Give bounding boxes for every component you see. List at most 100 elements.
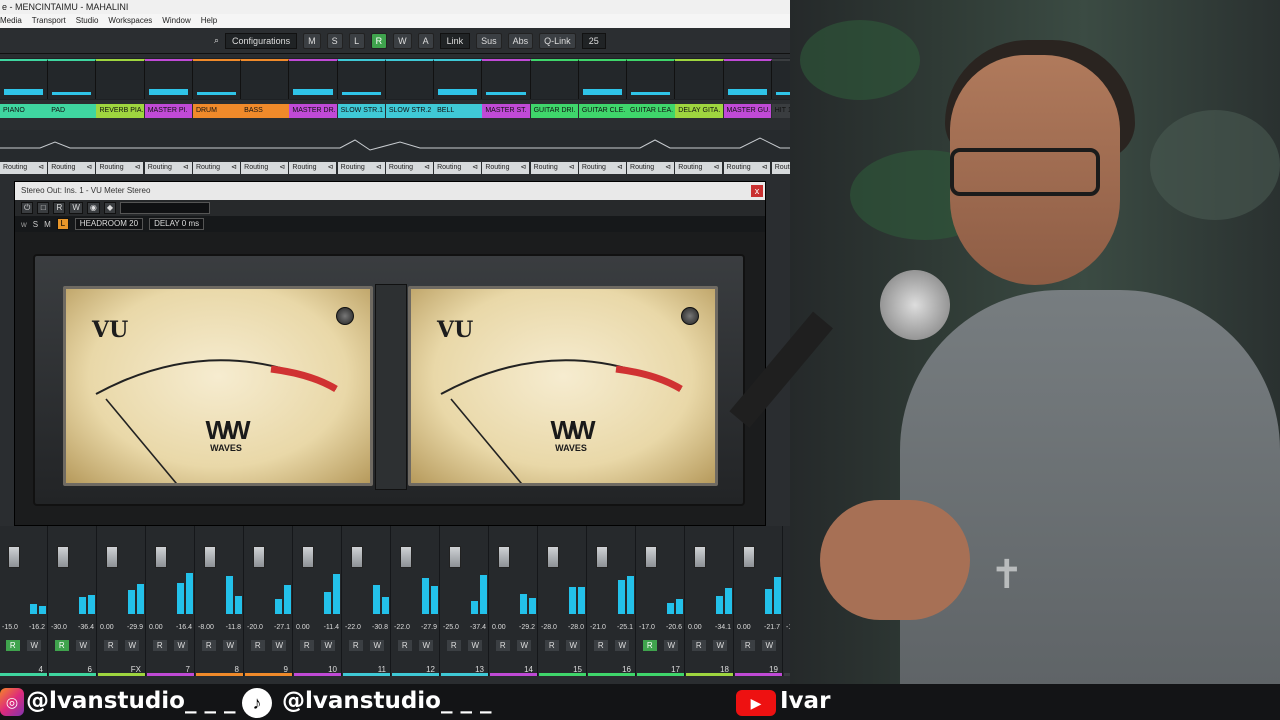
track-name[interactable]: SLOW STR.2 bbox=[385, 104, 434, 118]
link-select[interactable]: Link bbox=[439, 32, 471, 49]
read-button[interactable]: R bbox=[593, 640, 608, 651]
write-button[interactable]: W bbox=[664, 640, 679, 651]
menu-help[interactable]: Help bbox=[201, 14, 217, 28]
overview-cell[interactable] bbox=[48, 59, 97, 99]
read-button[interactable]: R bbox=[152, 640, 167, 651]
read-button[interactable]: R bbox=[250, 640, 265, 651]
write-button[interactable]: W bbox=[468, 640, 483, 651]
write-button[interactable]: W bbox=[713, 640, 728, 651]
read-button[interactable]: R bbox=[5, 640, 20, 651]
read-button[interactable]: R bbox=[54, 640, 69, 651]
track-name[interactable]: BELL bbox=[434, 104, 482, 118]
track-name[interactable]: MASTER GU. bbox=[723, 104, 772, 118]
channel-fader[interactable] bbox=[155, 546, 167, 568]
routing-button[interactable]: Routing bbox=[96, 162, 144, 174]
close-button[interactable]: x bbox=[751, 185, 763, 197]
menu-transport[interactable]: Transport bbox=[32, 14, 66, 28]
routing-button[interactable]: Routing bbox=[48, 162, 96, 174]
overview-cell[interactable] bbox=[192, 59, 242, 99]
track-name[interactable]: GUITAR LEA. bbox=[627, 104, 675, 118]
m-button[interactable]: M bbox=[44, 220, 51, 229]
channel-count[interactable]: 25 bbox=[581, 32, 606, 49]
track-name[interactable]: MASTER PI. bbox=[144, 104, 193, 118]
channel-fader[interactable] bbox=[400, 546, 412, 568]
routing-button[interactable]: Routing bbox=[675, 162, 723, 174]
listen-button[interactable]: L bbox=[348, 32, 365, 49]
track-name[interactable]: PAD bbox=[48, 104, 96, 118]
channel-fader[interactable] bbox=[57, 546, 69, 568]
routing-button[interactable]: Routing bbox=[337, 162, 385, 174]
routing-button[interactable]: Routing bbox=[289, 162, 337, 174]
read-automation-button[interactable]: R bbox=[53, 202, 66, 214]
menu-window[interactable]: Window bbox=[162, 14, 190, 28]
channel-fader[interactable] bbox=[743, 546, 755, 568]
write-button[interactable]: W bbox=[321, 640, 336, 651]
write-button[interactable]: W bbox=[762, 640, 777, 651]
track-name[interactable]: MASTER DR. bbox=[289, 104, 338, 118]
l-button[interactable]: L bbox=[56, 218, 69, 230]
qlink-button[interactable]: Q-Link bbox=[539, 32, 576, 49]
routing-button[interactable]: Routing bbox=[192, 162, 240, 174]
overview-cell[interactable] bbox=[289, 59, 338, 99]
abs-button[interactable]: Abs bbox=[507, 32, 534, 49]
track-name[interactable]: BASS bbox=[241, 104, 289, 118]
routing-button[interactable]: Routing bbox=[385, 162, 433, 174]
overview-cell[interactable] bbox=[482, 59, 531, 99]
solo-button[interactable]: S bbox=[326, 32, 343, 49]
mute-button[interactable]: M bbox=[303, 32, 321, 49]
overview-cell[interactable] bbox=[675, 59, 724, 99]
write-button[interactable]: W bbox=[174, 640, 189, 651]
channel-fader[interactable] bbox=[645, 546, 657, 568]
headroom-field[interactable]: HEADROOM 20 bbox=[74, 218, 144, 230]
write-button[interactable]: W bbox=[566, 640, 581, 651]
sus-button[interactable]: Sus bbox=[476, 32, 502, 49]
power-icon[interactable]: ⏻ bbox=[21, 202, 34, 214]
routing-button[interactable]: Routing bbox=[0, 162, 47, 174]
write-button[interactable]: W bbox=[419, 640, 434, 651]
overview-cell[interactable] bbox=[434, 59, 483, 99]
channel-fader[interactable] bbox=[253, 546, 265, 568]
read-button[interactable]: R bbox=[544, 640, 559, 651]
channel-fader[interactable] bbox=[351, 546, 363, 568]
read-button[interactable]: R bbox=[642, 640, 657, 651]
write-automation-button[interactable]: W bbox=[69, 202, 83, 214]
routing-button[interactable]: Routing bbox=[144, 162, 192, 174]
menu-media[interactable]: Media bbox=[0, 14, 22, 28]
bypass-icon[interactable]: □ bbox=[37, 202, 50, 214]
compare-icon[interactable]: ◆ bbox=[103, 202, 117, 214]
channel-fader[interactable] bbox=[302, 546, 314, 568]
channel-fader[interactable] bbox=[8, 546, 20, 568]
routing-button[interactable]: Routing bbox=[578, 162, 626, 174]
read-button[interactable]: R bbox=[691, 640, 706, 651]
track-name[interactable]: PIANO bbox=[0, 104, 48, 118]
automation-button[interactable]: A bbox=[417, 32, 434, 49]
track-name[interactable]: DRUM bbox=[192, 104, 241, 118]
preset-icon[interactable]: ◉ bbox=[86, 202, 100, 214]
channel-fader[interactable] bbox=[694, 546, 706, 568]
overview-cell[interactable] bbox=[144, 59, 193, 99]
track-name[interactable]: DELAY GITA. bbox=[675, 104, 724, 118]
write-button[interactable]: W bbox=[615, 640, 630, 651]
search-icon[interactable]: ⌕ bbox=[214, 35, 219, 46]
channel-fader[interactable] bbox=[204, 546, 216, 568]
read-button[interactable]: R bbox=[495, 640, 510, 651]
write-button[interactable]: W bbox=[125, 640, 140, 651]
channel-fader[interactable] bbox=[547, 546, 559, 568]
read-button[interactable]: R bbox=[740, 640, 755, 651]
write-button[interactable]: W bbox=[76, 640, 91, 651]
configurations-select[interactable]: Configurations bbox=[225, 32, 298, 49]
overview-cell[interactable] bbox=[337, 59, 386, 99]
read-button[interactable]: R bbox=[103, 640, 118, 651]
s-button[interactable]: S bbox=[33, 220, 38, 229]
channel-fader[interactable] bbox=[449, 546, 461, 568]
delay-field[interactable]: DELAY 0 ms bbox=[149, 218, 205, 230]
read-button[interactable]: R bbox=[201, 640, 216, 651]
routing-button[interactable]: Routing bbox=[241, 162, 289, 174]
preset-field[interactable] bbox=[120, 202, 211, 214]
track-name[interactable]: GUITAR CLE. bbox=[578, 104, 627, 118]
track-name[interactable]: REVERB PIA. bbox=[96, 104, 145, 118]
channel-fader[interactable] bbox=[106, 546, 118, 568]
routing-button[interactable]: Routing bbox=[482, 162, 530, 174]
write-button[interactable]: W bbox=[517, 640, 532, 651]
write-button[interactable]: W bbox=[223, 640, 238, 651]
